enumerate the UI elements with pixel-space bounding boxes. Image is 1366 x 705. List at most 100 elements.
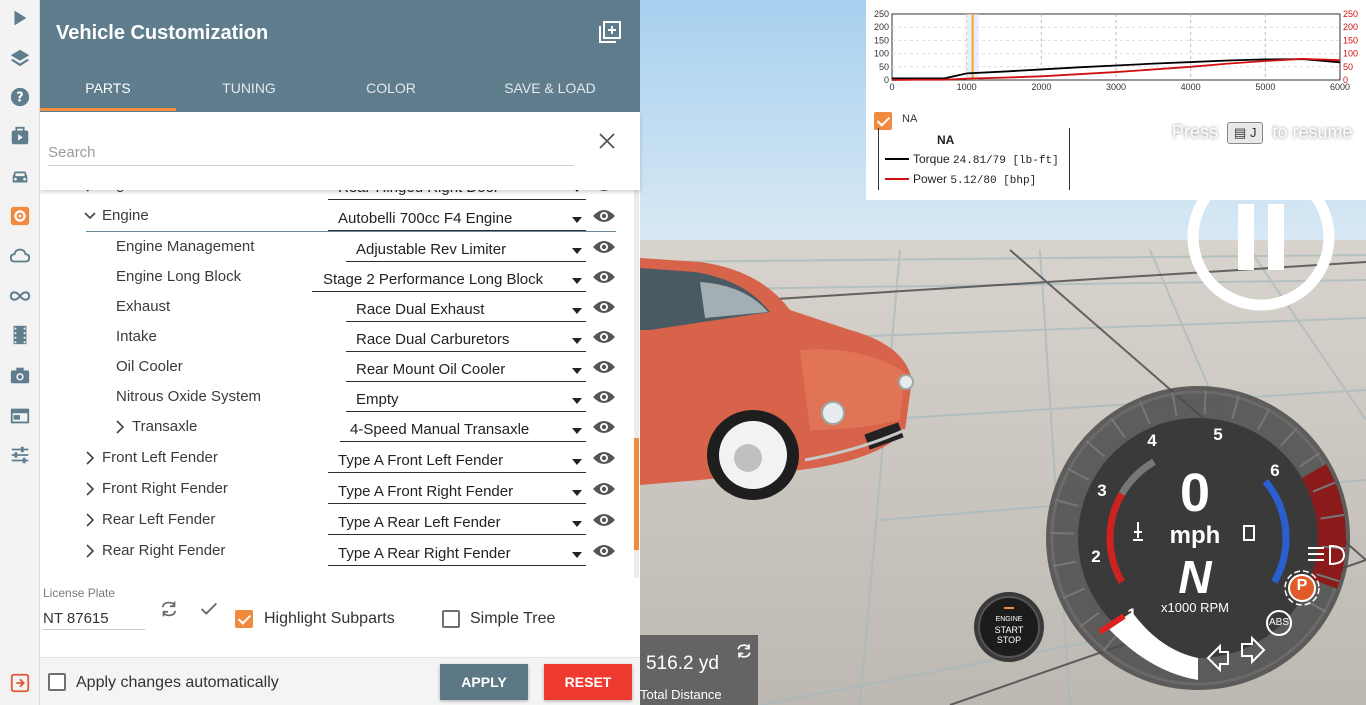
visibility-eye-icon[interactable] bbox=[592, 239, 616, 255]
tree-row[interactable]: Front Left Fender Type A Front Left Fende… bbox=[40, 445, 636, 475]
torque-value: 24.81/79 [lb-ft] bbox=[953, 155, 1059, 167]
chevron-right-icon[interactable] bbox=[84, 482, 96, 496]
sliders-icon[interactable] bbox=[6, 441, 34, 469]
speed-unit: mph bbox=[1169, 522, 1221, 549]
window-icon[interactable] bbox=[6, 402, 34, 430]
reset-distance-icon[interactable] bbox=[734, 641, 754, 661]
dropdown-caret-icon bbox=[572, 278, 582, 284]
left-y-tick-label: 200 bbox=[874, 22, 889, 32]
stop-label: STOP bbox=[996, 635, 1022, 645]
chevron-right-icon[interactable] bbox=[84, 451, 96, 465]
visibility-eye-icon[interactable] bbox=[592, 359, 616, 375]
visibility-eye-icon[interactable] bbox=[592, 329, 616, 345]
help-icon[interactable]: ? bbox=[6, 83, 34, 111]
scrollbar-thumb[interactable] bbox=[634, 438, 639, 550]
search-input[interactable] bbox=[48, 140, 574, 166]
chevron-right-icon[interactable] bbox=[84, 544, 96, 558]
tree-row[interactable]: Exhaust Race Dual Exhaust bbox=[40, 294, 636, 324]
dropdown-caret-icon bbox=[572, 398, 582, 404]
part-select[interactable]: Type A Rear Left Fender bbox=[328, 509, 586, 535]
visibility-eye-icon[interactable] bbox=[592, 512, 616, 528]
tab-parts[interactable]: PARTS bbox=[40, 80, 176, 96]
simple-tree-checkbox[interactable] bbox=[442, 610, 460, 628]
abs-label: ABS bbox=[1268, 617, 1289, 628]
dropdown-caret-icon bbox=[572, 459, 582, 465]
layers-icon[interactable] bbox=[6, 44, 34, 72]
part-slot-name: Exhaust bbox=[116, 298, 171, 315]
part-slot-name: Nitrous Oxide System bbox=[116, 388, 262, 405]
tab-save-load[interactable]: SAVE & LOAD bbox=[480, 80, 620, 96]
part-select[interactable]: Type A Rear Right Fender bbox=[328, 540, 586, 566]
randomize-plate-icon[interactable] bbox=[158, 598, 180, 620]
dropdown-caret-icon bbox=[572, 338, 582, 344]
part-select[interactable]: Type A Front Right Fender bbox=[328, 478, 586, 504]
visibility-eye-icon[interactable] bbox=[592, 419, 616, 435]
part-select-value: Race Dual Exhaust bbox=[356, 301, 485, 318]
confirm-plate-icon[interactable] bbox=[198, 598, 220, 620]
tree-row[interactable]: Rear Left Fender Type A Rear Left Fender bbox=[40, 507, 636, 537]
infinity-icon[interactable] bbox=[6, 282, 34, 310]
part-select[interactable]: Race Dual Carburetors bbox=[346, 326, 586, 352]
apply-automatically-checkbox[interactable] bbox=[48, 673, 66, 691]
part-select[interactable]: 4-Speed Manual Transaxle bbox=[340, 416, 586, 442]
visibility-eye-icon[interactable] bbox=[592, 481, 616, 497]
tree-row[interactable]: Oil Cooler Rear Mount Oil Cooler bbox=[40, 354, 636, 384]
apply-button[interactable]: APPLY bbox=[440, 664, 528, 700]
chevron-down-icon[interactable] bbox=[84, 209, 96, 223]
part-slot-name: Front Left Fender bbox=[102, 449, 218, 466]
mission-icon[interactable] bbox=[6, 122, 34, 150]
tree-row[interactable]: Engine Long Block Stage 2 Performance Lon… bbox=[40, 264, 636, 294]
license-plate-input[interactable] bbox=[43, 608, 145, 630]
visibility-eye-icon[interactable] bbox=[592, 389, 616, 405]
chevron-right-icon[interactable] bbox=[84, 513, 96, 527]
camera-icon[interactable] bbox=[6, 361, 34, 389]
start-label: START bbox=[994, 625, 1024, 635]
part-select[interactable]: Adjustable Rev Limiter bbox=[346, 236, 586, 262]
tree-row[interactable]: Rear Right Fender Type A Rear Right Fende… bbox=[40, 538, 636, 568]
part-select[interactable]: Race Dual Exhaust bbox=[346, 296, 586, 322]
visibility-eye-icon[interactable] bbox=[592, 269, 616, 285]
search-bar bbox=[40, 112, 640, 190]
tree-row[interactable]: Transaxle 4-Speed Manual Transaxle bbox=[40, 414, 636, 444]
visibility-eye-icon[interactable] bbox=[592, 543, 616, 559]
cloud-icon[interactable] bbox=[6, 242, 34, 270]
panel-title: Vehicle Customization bbox=[56, 22, 269, 44]
visibility-eye-icon[interactable] bbox=[592, 208, 616, 224]
highlight-subparts-checkbox[interactable] bbox=[235, 610, 253, 628]
tree-row[interactable]: Nitrous Oxide System Empty bbox=[40, 384, 636, 414]
part-select[interactable]: Rear Mount Oil Cooler bbox=[346, 356, 586, 382]
close-icon[interactable] bbox=[598, 132, 616, 150]
dropdown-caret-icon bbox=[572, 521, 582, 527]
chevron-right-icon[interactable] bbox=[114, 420, 126, 434]
part-slot-name: Engine Long Block bbox=[116, 268, 242, 285]
film-icon[interactable] bbox=[6, 321, 34, 349]
exit-icon[interactable] bbox=[6, 669, 34, 697]
tree-row[interactable]: Front Right Fender Type A Front Right Fen… bbox=[40, 476, 636, 506]
engine-label: ENGINE bbox=[995, 616, 1023, 623]
tab-color[interactable]: COLOR bbox=[322, 80, 460, 96]
visibility-eye-icon[interactable] bbox=[592, 299, 616, 315]
part-select[interactable]: Empty bbox=[346, 386, 586, 412]
torque-power-chart: 0 1000 2000 3000 4000 5000 6000250 250200 200150… bbox=[874, 9, 1358, 92]
part-slot-name: Engine Management bbox=[116, 238, 255, 255]
part-select[interactable]: Autobelli 700cc F4 Engine bbox=[328, 205, 586, 231]
right-y-tick-label: 250 bbox=[1343, 9, 1358, 19]
pause-icon[interactable] bbox=[1186, 162, 1336, 312]
popout-icon[interactable] bbox=[598, 20, 622, 44]
tree-row[interactable]: Engine Management Adjustable Rev Limiter bbox=[40, 234, 636, 264]
tree-scrollbar[interactable] bbox=[634, 190, 639, 578]
play-icon[interactable] bbox=[6, 4, 34, 32]
reset-button[interactable]: RESET bbox=[544, 664, 632, 700]
tree-row[interactable]: Intake Race Dual Carburetors bbox=[40, 324, 636, 354]
part-select[interactable]: Type A Front Left Fender bbox=[328, 447, 586, 473]
tree-row[interactable]: Engine Autobelli 700cc F4 Engine bbox=[40, 203, 636, 233]
engine-start-stop-button[interactable]: ENGINE START STOP bbox=[972, 590, 1046, 664]
car-icon[interactable] bbox=[6, 163, 34, 191]
vehicle-config-icon[interactable] bbox=[6, 202, 34, 230]
tab-tuning[interactable]: TUNING bbox=[180, 80, 318, 96]
part-select[interactable]: Stage 2 Performance Long Block bbox=[312, 266, 586, 292]
visibility-eye-icon[interactable] bbox=[592, 450, 616, 466]
part-slot-name: Front Right Fender bbox=[102, 480, 228, 497]
right-y-tick-label: 100 bbox=[1343, 49, 1358, 59]
x-tick-label: 4000 bbox=[1181, 82, 1201, 92]
